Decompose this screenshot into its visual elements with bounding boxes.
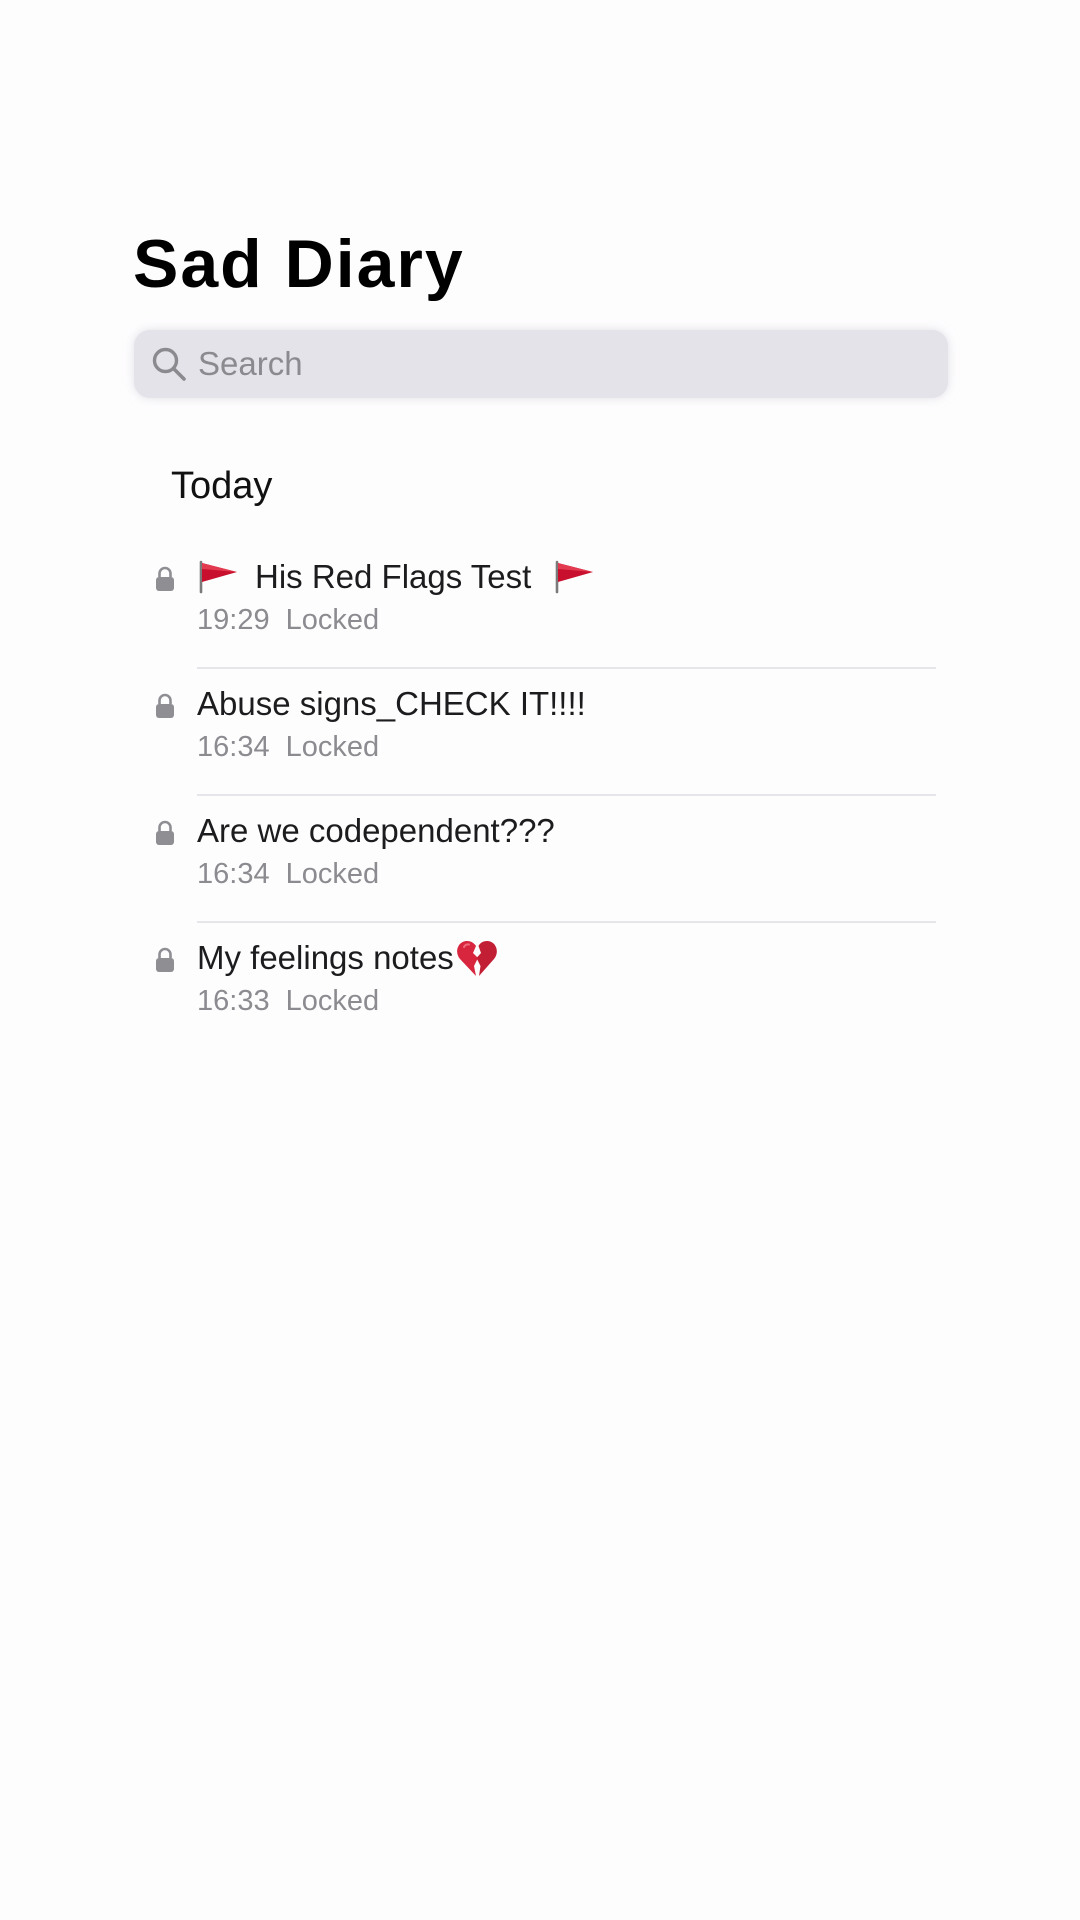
note-title: His Red Flags Test bbox=[255, 558, 532, 595]
lock-icon bbox=[155, 566, 175, 592]
red-flag-icon bbox=[553, 560, 595, 594]
note-row[interactable]: My feelings notes 16:33 Locked bbox=[0, 929, 1080, 1056]
note-status: Locked bbox=[285, 985, 380, 1017]
note-meta: 16:34 Locked bbox=[197, 729, 379, 765]
note-title-row: Are we codependent??? bbox=[197, 810, 555, 852]
note-meta: 19:29 Locked bbox=[197, 602, 379, 638]
page-title: Sad Diary bbox=[133, 226, 465, 302]
note-status: Locked bbox=[285, 731, 380, 763]
note-title-row: Abuse signs_CHECK IT!!!! bbox=[197, 683, 586, 725]
note-title: Abuse signs_CHECK IT!!!! bbox=[197, 685, 586, 722]
note-status: Locked bbox=[285, 604, 380, 636]
row-divider bbox=[197, 794, 936, 796]
note-list: His Red Flags Test 19:29 Locked Abuse si… bbox=[0, 548, 1080, 1056]
note-row[interactable]: Abuse signs_CHECK IT!!!! 16:34 Locked bbox=[0, 675, 1080, 802]
note-meta: 16:34 Locked bbox=[197, 856, 379, 892]
broken-heart-icon bbox=[456, 938, 498, 978]
note-row[interactable]: Are we codependent??? 16:34 Locked bbox=[0, 802, 1080, 929]
row-divider bbox=[197, 921, 936, 923]
notes-folder-screen: Sad Diary Today bbox=[0, 0, 1080, 1920]
note-time: 16:34 bbox=[197, 858, 270, 890]
section-header-today: Today bbox=[171, 465, 273, 507]
note-time: 19:29 bbox=[197, 604, 270, 636]
lock-icon bbox=[155, 693, 175, 719]
search-icon bbox=[150, 345, 188, 383]
note-title: Are we codependent??? bbox=[197, 812, 555, 849]
red-flag-icon bbox=[197, 560, 239, 594]
note-title-row: My feelings notes bbox=[197, 937, 498, 979]
lock-icon bbox=[155, 820, 175, 846]
note-time: 16:34 bbox=[197, 731, 270, 763]
search-input[interactable] bbox=[198, 334, 918, 394]
search-bar[interactable] bbox=[134, 330, 948, 398]
note-time: 16:33 bbox=[197, 985, 270, 1017]
note-row[interactable]: His Red Flags Test 19:29 Locked bbox=[0, 548, 1080, 675]
row-divider bbox=[197, 667, 936, 669]
note-status: Locked bbox=[285, 858, 380, 890]
note-title-row: His Red Flags Test bbox=[197, 556, 595, 598]
note-title: My feelings notes bbox=[197, 939, 454, 976]
lock-icon bbox=[155, 947, 175, 973]
note-meta: 16:33 Locked bbox=[197, 983, 379, 1019]
